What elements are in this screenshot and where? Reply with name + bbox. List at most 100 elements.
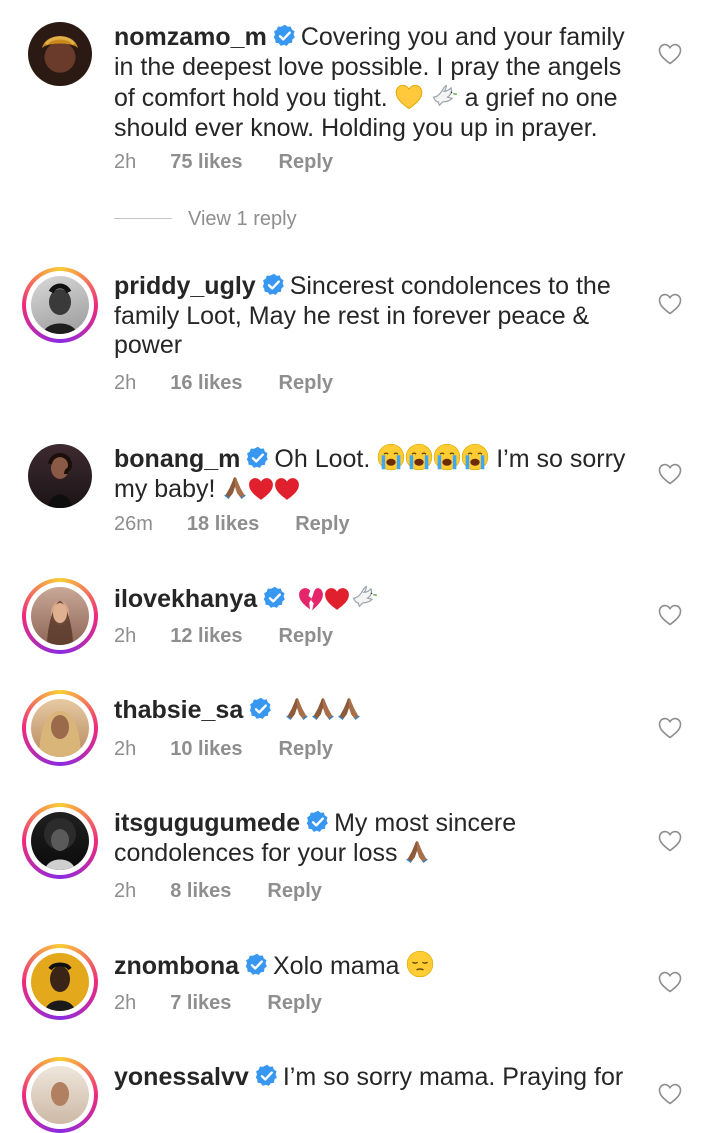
crying-face-emoji [377, 443, 405, 471]
reply-button[interactable]: Reply [279, 372, 333, 395]
likes-count[interactable]: 18 likes [187, 513, 259, 536]
timestamp: 2h [114, 151, 137, 173]
likes-count[interactable]: 7 likes [170, 992, 231, 1015]
username[interactable]: priddy_ugly [114, 272, 256, 300]
comment-text: ilovekhanya [114, 583, 634, 615]
comment-meta: 2h 12 likes Reply [114, 625, 333, 648]
comment-text: thabsie_sa [114, 696, 634, 726]
comment-body: Xolo mama [273, 952, 400, 980]
comment-meta: 26m 18 likes Reply [114, 513, 350, 536]
timestamp: 2h [114, 625, 137, 647]
verified-badge-icon [249, 697, 273, 721]
comment-body: Covering you and your family [300, 23, 625, 51]
username[interactable]: yonessalvv [114, 1063, 249, 1091]
heart-icon[interactable] [658, 1083, 682, 1105]
avatar[interactable] [22, 444, 98, 520]
timestamp: 2h [114, 738, 137, 760]
avatar[interactable] [22, 578, 98, 654]
comment-body: I’m so sorry mama. Praying for [282, 1063, 624, 1091]
timestamp: 2h [114, 880, 137, 902]
folded-hands-emoji [310, 696, 336, 722]
avatar[interactable] [22, 1057, 98, 1133]
comment-text: bonang_m Oh Loot. I’m so sorry my baby! [114, 443, 634, 504]
red-heart-emoji [324, 587, 350, 611]
pensive-face-emoji [406, 950, 434, 978]
verified-badge-icon [306, 810, 330, 834]
comment-body: should ever know. Holding you up in pray… [114, 113, 598, 142]
comment-body: Sincerest condolences to the [289, 272, 611, 300]
username[interactable]: itsgugugumede [114, 809, 300, 837]
heart-icon[interactable] [658, 830, 682, 852]
heart-icon[interactable] [658, 463, 682, 485]
yellow-heart-emoji [395, 84, 423, 110]
likes-count[interactable]: 8 likes [170, 880, 231, 903]
heart-icon[interactable] [658, 43, 682, 65]
comment-body: family Loot, May he rest in forever peac… [114, 301, 590, 330]
likes-count[interactable]: 75 likes [170, 151, 242, 174]
comment-meta: 2h 7 likes Reply [114, 992, 322, 1015]
crying-face-emoji [405, 443, 433, 471]
verified-badge-icon [262, 273, 286, 297]
comment-body: I’m so sorry [496, 445, 626, 473]
comment-text: nomzamo_m Covering you and your family in… [114, 23, 634, 143]
divider [114, 218, 172, 219]
heart-icon[interactable] [658, 293, 682, 315]
username[interactable]: nomzamo_m [114, 23, 267, 51]
reply-button[interactable]: Reply [279, 738, 333, 761]
username[interactable]: znombona [114, 952, 239, 980]
verified-badge-icon [255, 1064, 279, 1088]
verified-badge-icon [263, 586, 287, 610]
comment-body: my baby! [114, 474, 216, 503]
broken-heart-emoji [298, 587, 324, 611]
heart-icon[interactable] [658, 971, 682, 993]
username[interactable]: ilovekhanya [114, 585, 257, 613]
folded-hands-emoji [336, 696, 362, 722]
crying-face-emoji [461, 443, 489, 471]
heart-icon[interactable] [658, 717, 682, 739]
comment-text: znombona Xolo mama [114, 950, 634, 982]
comment-meta: 2h 75 likes Reply [114, 151, 333, 174]
reply-button[interactable]: Reply [279, 625, 333, 648]
reply-button[interactable]: Reply [279, 151, 333, 174]
dove-emoji [350, 583, 378, 611]
comment-text: priddy_ugly Sincerest condolences to the … [114, 272, 634, 361]
likes-count[interactable]: 12 likes [170, 625, 242, 648]
red-heart-emoji [274, 477, 300, 501]
avatar[interactable] [22, 22, 98, 98]
avatar[interactable] [22, 944, 98, 1020]
verified-badge-icon [273, 24, 297, 48]
comment-meta: 2h 10 likes Reply [114, 738, 333, 761]
timestamp: 26m [114, 513, 153, 535]
dove-emoji [430, 82, 458, 110]
verified-badge-icon [245, 953, 269, 977]
comment-body: a grief no one [464, 84, 618, 112]
comment-body: power [114, 331, 183, 359]
folded-hands-emoji [404, 839, 430, 865]
likes-count[interactable]: 10 likes [170, 738, 242, 761]
avatar[interactable] [22, 803, 98, 879]
reply-button[interactable]: Reply [267, 880, 321, 903]
timestamp: 2h [114, 992, 137, 1014]
heart-icon[interactable] [658, 604, 682, 626]
timestamp: 2h [114, 372, 137, 394]
comment-text: itsgugugumede My most sincere condolences… [114, 809, 634, 868]
reply-button[interactable]: Reply [295, 513, 349, 536]
crying-face-emoji [433, 443, 461, 471]
comment-body: My most sincere [334, 809, 517, 837]
comment-body: of comfort hold you tight. [114, 84, 388, 112]
comment-meta: 2h 16 likes Reply [114, 372, 333, 395]
comment-meta: 2h 8 likes Reply [114, 880, 322, 903]
username[interactable]: thabsie_sa [114, 696, 243, 724]
view-replies-button[interactable]: View 1 reply [114, 208, 297, 231]
username[interactable]: bonang_m [114, 445, 240, 473]
red-heart-emoji [248, 477, 274, 501]
likes-count[interactable]: 16 likes [170, 372, 242, 395]
folded-hands-emoji [222, 475, 248, 501]
comment-body: Oh Loot. [274, 445, 371, 473]
comment-body: condolences for your loss [114, 838, 398, 867]
reply-button[interactable]: Reply [267, 992, 321, 1015]
folded-hands-emoji [284, 696, 310, 722]
avatar[interactable] [22, 690, 98, 766]
avatar[interactable] [22, 267, 98, 343]
comment-text: yonessalvv I’m so sorry mama. Praying for [114, 1063, 634, 1093]
